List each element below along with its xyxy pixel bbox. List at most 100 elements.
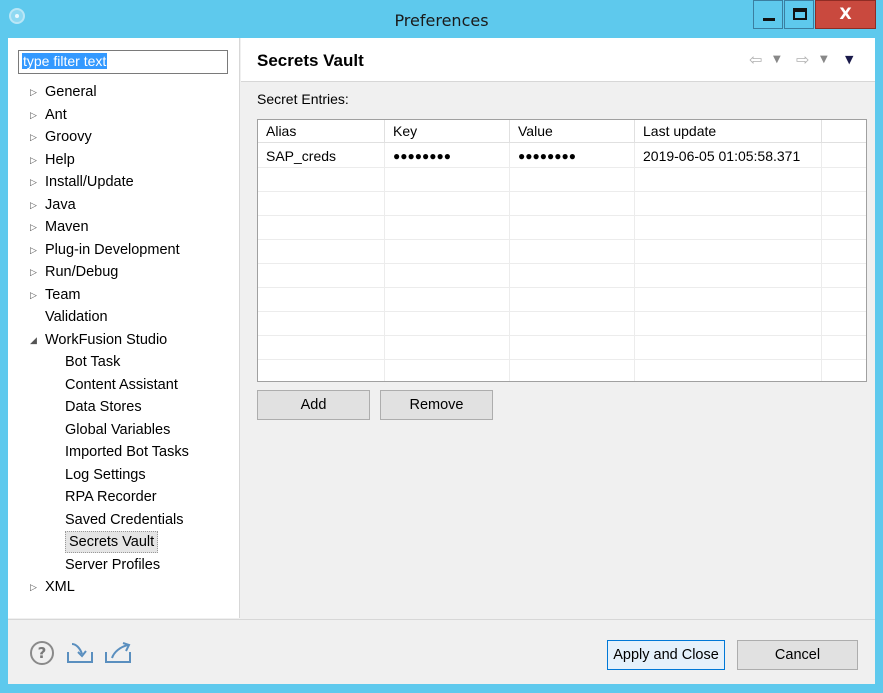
tree-item-label: Bot Task — [65, 354, 121, 370]
expand-arrow-icon[interactable]: ▷ — [30, 126, 40, 148]
collapse-arrow-icon[interactable]: ◢ — [30, 329, 40, 351]
tree-item-label: Help — [45, 151, 75, 168]
table-row-divider — [258, 335, 866, 336]
preference-page: Secrets Vault ⇦ ▼ ⇨ ▼ ▼ Secret Entries: … — [241, 38, 875, 618]
tree-item[interactable]: Imported Bot Tasks — [8, 441, 239, 463]
tree-item[interactable]: ▷ General — [8, 81, 239, 103]
tree-item[interactable]: Saved Credentials — [8, 509, 239, 531]
tree-item-label: RPA Recorder — [65, 489, 157, 505]
tree-item-label: Content Assistant — [65, 376, 178, 393]
tree-item[interactable]: ▷ Ant — [8, 104, 239, 126]
secrets-table[interactable]: Alias Key Value Last update SAP_creds ●●… — [257, 119, 867, 382]
tree-item-label: Plug-in Development — [45, 241, 180, 258]
tree-item[interactable]: ▷ Team — [8, 284, 239, 306]
table-cell-alias[interactable]: SAP_creds — [258, 144, 336, 168]
tree-item-label: Java — [45, 196, 76, 213]
tree-item-label: Groovy — [45, 129, 92, 145]
tree-item-label: Server Profiles — [65, 556, 161, 573]
tree-item[interactable]: Data Stores — [8, 396, 239, 418]
table-column-divider — [821, 143, 822, 381]
add-button[interactable]: Add — [257, 390, 370, 420]
table-row-divider — [258, 263, 866, 264]
tree-item[interactable]: Validation — [8, 306, 239, 328]
tree-item[interactable]: Bot Task — [8, 351, 239, 373]
back-arrow-icon[interactable]: ⇦ — [749, 50, 762, 70]
expand-arrow-icon[interactable]: ▷ — [30, 239, 40, 261]
tree-item[interactable]: ▷ Install/Update — [8, 171, 239, 193]
page-header: Secrets Vault ⇦ ▼ ⇨ ▼ ▼ — [241, 38, 875, 82]
expand-arrow-icon[interactable]: ▷ — [30, 576, 40, 598]
table-row-divider — [258, 287, 866, 288]
tree-item[interactable]: ▷ Maven — [8, 216, 239, 238]
tree-item[interactable]: ▷ Run/Debug — [8, 261, 239, 283]
help-icon[interactable]: ? — [30, 641, 54, 665]
tree-item[interactable]: Server Profiles — [8, 554, 239, 576]
expand-arrow-icon[interactable]: ▷ — [30, 81, 40, 103]
tree-item[interactable]: ▷ XML — [8, 576, 239, 598]
table-column-divider — [509, 143, 510, 381]
filter-input-text: type filter text — [22, 53, 108, 69]
table-row-divider — [258, 311, 866, 312]
page-title: Secrets Vault — [257, 51, 364, 70]
tree-item-label: Imported Bot Tasks — [65, 444, 189, 460]
apply-and-close-button[interactable]: Apply and Close — [607, 640, 725, 670]
title-bar[interactable]: Preferences X — [0, 0, 883, 38]
tree-item[interactable]: ▷ Groovy — [8, 126, 239, 148]
maximize-button[interactable] — [784, 0, 814, 29]
close-icon: X — [839, 4, 852, 23]
tree-item-label: XML — [45, 579, 75, 595]
minimize-button[interactable] — [753, 0, 783, 29]
table-column-divider — [384, 143, 385, 381]
tree-item[interactable]: ◢ WorkFusion Studio — [8, 329, 239, 351]
table-cell-key[interactable]: ●●●●●●●● — [385, 144, 451, 168]
table-row-divider — [258, 239, 866, 240]
tree-item[interactable]: ▷ Plug-in Development — [8, 239, 239, 261]
expand-arrow-icon[interactable]: ▷ — [30, 284, 40, 306]
tree-item[interactable]: Log Settings — [8, 464, 239, 486]
expand-arrow-icon[interactable]: ▷ — [30, 104, 40, 126]
maximize-icon — [793, 8, 807, 20]
view-menu-icon[interactable]: ▼ — [845, 50, 853, 70]
forward-arrow-icon[interactable]: ⇨ — [796, 50, 809, 70]
table-row-divider — [258, 215, 866, 216]
preferences-window: Preferences X type filter text ▷ General ▷… — [0, 0, 883, 693]
close-button[interactable]: X — [815, 0, 876, 29]
tree-item[interactable]: Secrets Vault — [8, 531, 239, 553]
back-history-dropdown-icon[interactable]: ▼ — [773, 50, 781, 70]
filter-input[interactable]: type filter text — [18, 50, 228, 74]
table-cell-value[interactable]: ●●●●●●●● — [510, 144, 576, 168]
expand-arrow-icon[interactable]: ▷ — [30, 261, 40, 283]
column-header-key[interactable]: Key — [385, 120, 510, 143]
import-icon[interactable] — [66, 642, 94, 664]
remove-button[interactable]: Remove — [380, 390, 493, 420]
export-icon[interactable] — [104, 642, 132, 664]
dialog-client-area: type filter text ▷ General ▷ Ant ▷ Groovy ▷ Hel… — [8, 38, 875, 684]
tree-item[interactable]: Global Variables — [8, 419, 239, 441]
tree-item[interactable]: Content Assistant — [8, 374, 239, 396]
cancel-button[interactable]: Cancel — [737, 640, 858, 670]
table-column-divider — [634, 143, 635, 381]
expand-arrow-icon[interactable]: ▷ — [30, 216, 40, 238]
forward-history-dropdown-icon[interactable]: ▼ — [820, 50, 828, 70]
window-title: Preferences — [394, 11, 489, 30]
expand-arrow-icon[interactable]: ▷ — [30, 171, 40, 193]
column-header-filler — [822, 120, 866, 143]
tree-item[interactable]: RPA Recorder — [8, 486, 239, 508]
table-row-divider — [258, 359, 866, 360]
secret-entries-label: Secret Entries: — [257, 91, 349, 107]
preference-navigation-pane: type filter text ▷ General ▷ Ant ▷ Groovy ▷ Hel… — [8, 38, 240, 618]
expand-arrow-icon[interactable]: ▷ — [30, 149, 40, 171]
expand-arrow-icon[interactable]: ▷ — [30, 194, 40, 216]
tree-item-label: Log Settings — [65, 466, 146, 483]
tree-item[interactable]: ▷ Help — [8, 149, 239, 171]
table-cell-last-update[interactable]: 2019-06-05 01:05:58.371 — [635, 144, 800, 168]
column-header-last-update[interactable]: Last update — [635, 120, 822, 143]
column-header-alias[interactable]: Alias — [258, 120, 385, 143]
tree-item-label: Team — [45, 286, 81, 303]
tree-item[interactable]: ▷ Java — [8, 194, 239, 216]
column-header-value[interactable]: Value — [510, 120, 635, 143]
minimize-icon — [763, 18, 775, 21]
tree-item-label: Run/Debug — [45, 264, 119, 280]
tree-item-label: General — [45, 84, 97, 100]
tree-item-label: Validation — [45, 309, 108, 325]
